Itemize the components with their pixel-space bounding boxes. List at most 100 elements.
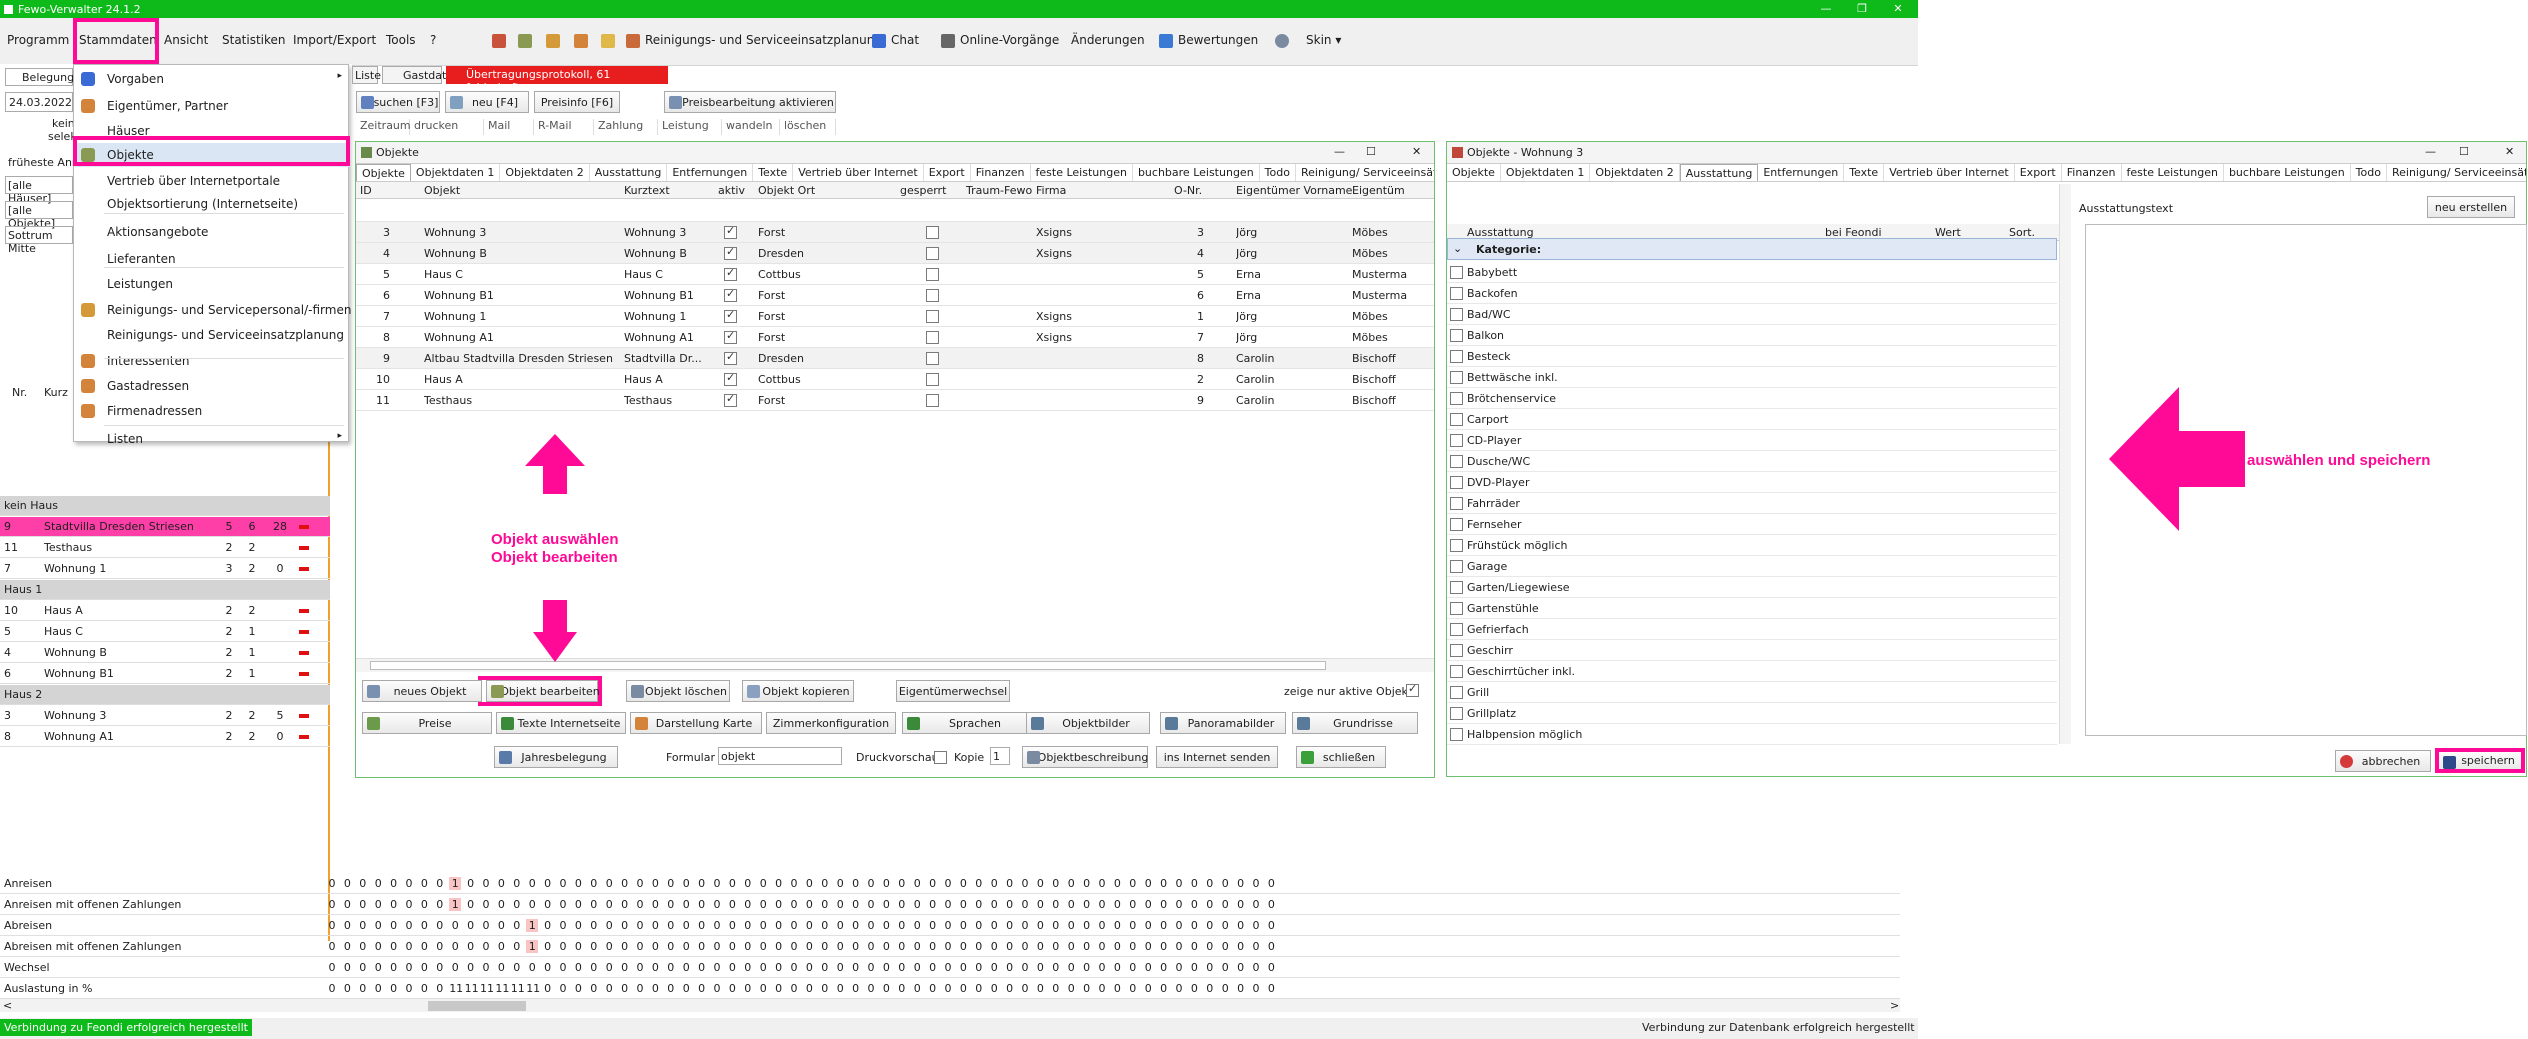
tab-6[interactable]: Vertrieb über Internet — [1884, 164, 2015, 181]
notes-icon[interactable] — [601, 33, 615, 48]
list-item[interactable]: Grill — [1447, 682, 2057, 703]
list-item[interactable]: Gefrierfach — [1447, 619, 2057, 640]
restore-icon[interactable]: ❐ — [1844, 0, 1880, 18]
table-row[interactable]: 10 Haus A Haus A Cottbus 2 Carolin Bischoff — [356, 369, 1434, 390]
schliessen-button[interactable]: schließen — [1296, 746, 1386, 768]
maximize-icon[interactable]: ☐ — [1366, 145, 1376, 158]
kategorie-group[interactable]: Kategorie: — [1447, 238, 2057, 260]
list-scrollbar[interactable] — [2059, 184, 2071, 744]
list-item[interactable]: Frühstück möglich — [1447, 535, 2057, 556]
tab-3[interactable]: Ausstattung — [590, 164, 668, 181]
list-item[interactable]: Fahrräder — [1447, 493, 2057, 514]
table-row[interactable]: 11 Testhaus Testhaus Forst 9 Carolin Bischoff — [356, 390, 1434, 411]
haus-filter[interactable]: [alle Häuser] — [5, 176, 73, 205]
objekt-filter[interactable]: [alle Objekte] — [5, 201, 73, 230]
item-checkbox[interactable] — [1450, 287, 1463, 300]
list-item[interactable]: Brötchenservice — [1447, 388, 2057, 409]
scroll-thumb[interactable] — [428, 1001, 526, 1011]
menu-ansicht[interactable]: Ansicht — [164, 33, 208, 47]
col-header[interactable]: Objekt — [424, 184, 460, 197]
occupancy-row[interactable]: 7 Wohnung 1 3 2 0 — [0, 559, 330, 579]
list-item[interactable]: Bettwäsche inkl. — [1447, 367, 2057, 388]
tab-0[interactable]: Objekte — [1447, 164, 1501, 181]
occupancy-row[interactable]: 8 Wohnung A1 2 2 0 — [0, 727, 330, 747]
gesperrt-checkbox[interactable] — [926, 331, 939, 344]
objekt-btn-3[interactable]: Objekt kopieren — [742, 680, 854, 702]
list-item[interactable]: Halbpension möglich — [1447, 724, 2057, 745]
item-checkbox[interactable] — [1450, 560, 1463, 573]
item-checkbox[interactable] — [1450, 476, 1463, 489]
alert-uebertragung[interactable]: Übertragungsprotokoll, 61 fehlerhaft — [446, 66, 668, 94]
tab-9[interactable]: feste Leistungen — [2122, 164, 2224, 181]
filter-row[interactable] — [356, 202, 1434, 222]
ins-internet-button[interactable]: ins Internet senden — [1156, 746, 1278, 768]
col-header[interactable]: gesperrt — [900, 184, 946, 197]
aktiv-checkbox[interactable] — [724, 373, 737, 386]
aktiv-checkbox[interactable] — [724, 226, 737, 239]
gesperrt-checkbox[interactable] — [926, 247, 939, 260]
item-checkbox[interactable] — [1450, 329, 1463, 342]
dropdown-item-6[interactable]: Aktionsangebote — [74, 220, 350, 244]
dropdown-item-0[interactable]: Vorgaben ▸ — [74, 67, 350, 91]
item-checkbox[interactable] — [1450, 728, 1463, 741]
col-header[interactable]: Kurztext — [624, 184, 670, 197]
gesperrt-checkbox[interactable] — [926, 373, 939, 386]
tab-liste[interactable]: Liste — [352, 66, 381, 84]
bewertungen-button[interactable]: Bewertungen — [1159, 33, 1258, 48]
objekt-btn-2[interactable]: Objekt löschen — [626, 680, 730, 702]
gesperrt-checkbox[interactable] — [926, 394, 939, 407]
user-icon[interactable] — [574, 33, 588, 48]
table-row[interactable]: 3 Wohnung 3 Wohnung 3 Forst Xsigns 3 Jörg Möbes — [356, 222, 1434, 243]
item-checkbox[interactable] — [1450, 392, 1463, 405]
scroll-left-icon[interactable]: < — [3, 999, 12, 1012]
minimize-icon[interactable]: — — [2425, 145, 2436, 158]
dropdown-item-10[interactable]: Reinigungs- und Serviceeinsatzplanung — [74, 323, 350, 347]
occupancy-row[interactable]: 4 Wohnung B 2 1 — [0, 643, 330, 663]
tool-2[interactable]: Mail — [484, 119, 534, 135]
date-field[interactable]: 24.03.2022 — [5, 92, 73, 112]
online-vorgaenge-button[interactable]: Online-Vorgänge — [941, 33, 1059, 48]
menu-statistiken[interactable]: Statistiken — [222, 33, 286, 47]
aktiv-checkbox[interactable] — [724, 310, 737, 323]
gear-icon[interactable] — [1275, 33, 1289, 48]
gesperrt-checkbox[interactable] — [926, 310, 939, 323]
item-checkbox[interactable] — [1450, 308, 1463, 321]
list-item[interactable]: Geschirr — [1447, 640, 2057, 661]
horizontal-scrollbar[interactable] — [356, 658, 1434, 672]
scroll-right-icon[interactable]: > — [1890, 999, 1899, 1012]
tool-7[interactable]: löschen — [780, 119, 836, 135]
druckvorschau-checkbox[interactable] — [934, 751, 947, 764]
select-field[interactable]: objekt — [718, 747, 842, 765]
objekt-btn2-2[interactable]: Darstellung Karte — [630, 712, 762, 734]
item-checkbox[interactable] — [1450, 266, 1463, 279]
tab-0[interactable]: Objekte — [356, 164, 411, 181]
tab-6[interactable]: Vertrieb über Internet — [793, 164, 924, 181]
col-header[interactable]: aktiv — [718, 184, 745, 197]
belegung-tab[interactable]: Belegung — [5, 68, 74, 86]
item-checkbox[interactable] — [1450, 497, 1463, 510]
col-header[interactable]: Eigentüm — [1352, 184, 1405, 197]
close-icon[interactable]: ✕ — [1412, 145, 1421, 158]
tool-3[interactable]: R-Mail — [534, 119, 594, 135]
cleaning-icon[interactable]: Reinigungs- und Serviceeinsatzplanung — [626, 33, 882, 48]
tool-0[interactable]: Zeitraum — [356, 119, 411, 135]
list-item[interactable]: Babybett — [1447, 262, 2057, 283]
tab-11[interactable]: Todo — [1260, 164, 1296, 181]
objekt-btn2-3[interactable]: Zimmerkonfiguration — [766, 712, 896, 734]
list-item[interactable]: Geschirrtücher inkl. — [1447, 661, 2057, 682]
bottom-scrollbar[interactable]: < > — [0, 998, 1900, 1012]
dropdown-item-1[interactable]: Eigentümer, Partner — [74, 94, 350, 118]
tab-9[interactable]: feste Leistungen — [1031, 164, 1133, 181]
item-checkbox[interactable] — [1450, 455, 1463, 468]
list-item[interactable]: Garage — [1447, 556, 2057, 577]
chat-button[interactable]: Chat — [872, 33, 919, 48]
scroll-thumb[interactable] — [370, 661, 1326, 670]
item-checkbox[interactable] — [1450, 434, 1463, 447]
tab-8[interactable]: Finanzen — [2062, 164, 2122, 181]
occupancy-row[interactable]: 3 Wohnung 3 2 2 5 — [0, 706, 330, 726]
tab-7[interactable]: Export — [924, 164, 971, 181]
gesperrt-checkbox[interactable] — [926, 226, 939, 239]
list-item[interactable]: DVD-Player — [1447, 472, 2057, 493]
tab-1[interactable]: Objektdaten 1 — [411, 164, 501, 181]
toolbar-icon-1[interactable] — [492, 33, 506, 48]
